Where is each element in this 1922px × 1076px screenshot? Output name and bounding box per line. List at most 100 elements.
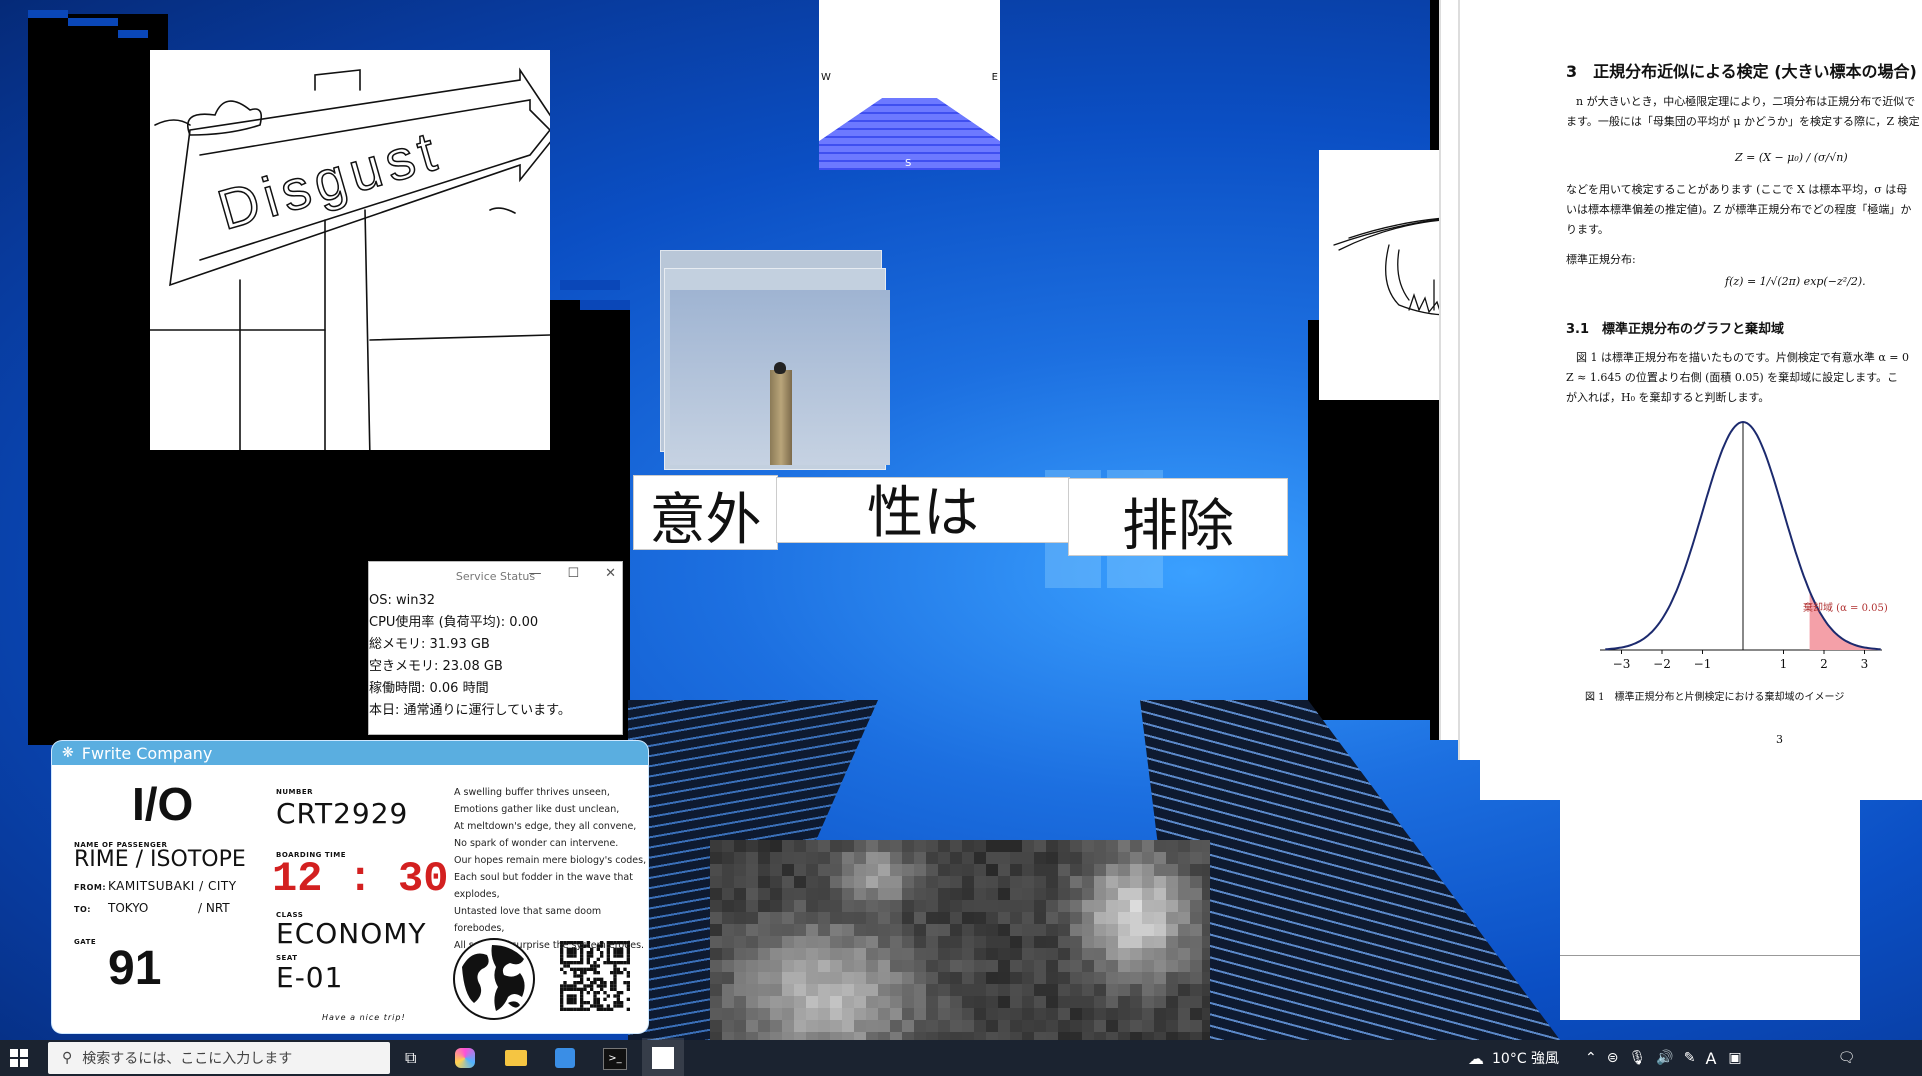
ime-mode-indicator[interactable]: A (1705, 1049, 1716, 1068)
pixel-block (914, 984, 926, 996)
qr-module (600, 944, 604, 948)
pixel-block (914, 996, 926, 1008)
pixel-block (1010, 864, 1022, 876)
pixel-block (1166, 948, 1178, 960)
pixel-block (710, 876, 722, 888)
terminal-icon[interactable]: >_ (603, 1048, 627, 1070)
start-button[interactable] (10, 1049, 28, 1067)
qr-module (613, 967, 617, 971)
pixel-block (782, 900, 794, 912)
pixel-block (950, 924, 962, 936)
qr-module (590, 947, 594, 951)
pixel-block (878, 984, 890, 996)
file-explorer-icon[interactable] (505, 1050, 527, 1066)
close-icon[interactable]: ✕ (605, 566, 616, 581)
company-name: Fwrite Company (81, 743, 213, 763)
pen-icon[interactable]: ✎ (1684, 1050, 1696, 1066)
poem-line: Emotions gather like dust unclean, (454, 804, 620, 815)
pixel-block (986, 960, 998, 972)
pixel-block (1082, 984, 1094, 996)
pixel-block (1142, 924, 1154, 936)
pixel-block (806, 876, 818, 888)
pixel-block (710, 948, 722, 960)
ime-icon[interactable]: ▣ (1728, 1050, 1741, 1066)
pixel-block (926, 864, 938, 876)
copilot-icon[interactable] (455, 1048, 475, 1068)
pixel-block (1046, 984, 1058, 996)
status-line-os: OS: win32 (369, 593, 436, 608)
qr-module (563, 987, 567, 991)
microphone-icon[interactable]: 🎙 (1629, 1050, 1647, 1066)
notification-icon[interactable]: 🗨 (1838, 1050, 1856, 1066)
taskbar-search-box[interactable]: ⚲ 検索するには、ここに入力します (48, 1042, 390, 1074)
pixel-block (878, 924, 890, 936)
photo-bird-on-post[interactable] (670, 290, 890, 465)
pixel-block (950, 900, 962, 912)
pixel-block (1202, 996, 1210, 1008)
pixel-block (1046, 948, 1058, 960)
qr-module (590, 951, 594, 955)
volume-icon[interactable]: 🔊 (1656, 1050, 1673, 1066)
pixel-block (1082, 888, 1094, 900)
pdf-para2-line1: などを用いて検定することがあります (ここで X は標本平均，σ は母 (1566, 183, 1908, 196)
pixel-block (830, 960, 842, 972)
pixel-block (890, 840, 902, 852)
task-view-icon[interactable]: ⧉ (405, 1048, 425, 1068)
pixel-block (950, 864, 962, 876)
pixel-block (866, 900, 878, 912)
pixel-block (710, 924, 722, 936)
boarding-pass-window: ❋ Fwrite Company I/O NAME OF PASSENGER R… (52, 741, 648, 1033)
pixel-block (938, 1032, 950, 1040)
pixel-block (1106, 1020, 1118, 1032)
minimize-icon[interactable]: — (528, 566, 541, 581)
qr-module (606, 994, 610, 998)
pixel-block (1070, 876, 1082, 888)
qr-module (566, 954, 570, 958)
pixel-block (914, 960, 926, 972)
stair-edge (28, 10, 68, 18)
pixel-block (722, 888, 734, 900)
pixel-block (950, 972, 962, 984)
network-icon[interactable]: ⊜ (1607, 1050, 1619, 1066)
pixel-block (1082, 936, 1094, 948)
pixel-block (1034, 1008, 1046, 1020)
qr-module (606, 941, 610, 945)
pixel-block (1010, 876, 1022, 888)
pixel-block (758, 984, 770, 996)
pixel-block (1094, 852, 1106, 864)
pixel-block (962, 948, 974, 960)
qr-module (613, 1001, 617, 1005)
qr-module (583, 1007, 587, 1011)
pixel-block (722, 1020, 734, 1032)
pixel-block (926, 852, 938, 864)
pixel-block (1166, 1032, 1178, 1040)
pixel-block (926, 936, 938, 948)
pixel-block (794, 900, 806, 912)
maximize-icon[interactable]: ☐ (567, 566, 579, 581)
chevron-up-icon[interactable]: ⌃ (1585, 1050, 1597, 1066)
poem-line: Each soul but fodder in the wave that ex… (454, 872, 633, 900)
qr-module (596, 964, 600, 968)
qr-module (570, 984, 574, 988)
qr-module (573, 954, 577, 958)
pixel-block (986, 912, 998, 924)
pixel-block (1082, 924, 1094, 936)
pixel-block (746, 900, 758, 912)
weather-icon[interactable]: ☁ (1468, 1049, 1484, 1068)
pixel-block (794, 1008, 806, 1020)
pixel-block (830, 936, 842, 948)
pixel-block (1166, 876, 1178, 888)
weather-text[interactable]: 10°C 強風 (1492, 1048, 1559, 1068)
qr-module (583, 1001, 587, 1005)
pdf-formula-f: f(z) = 1/√(2π) exp(−z²/2). (1725, 275, 1866, 288)
pixel-block (806, 996, 818, 1008)
qr-module (586, 967, 590, 971)
pixel-block (962, 924, 974, 936)
qr-module (573, 987, 577, 991)
pixel-block (794, 936, 806, 948)
pixel-block (998, 996, 1010, 1008)
store-icon[interactable] (555, 1048, 575, 1068)
qr-module (616, 961, 620, 965)
pixel-block (1058, 900, 1070, 912)
qr-module (593, 994, 597, 998)
